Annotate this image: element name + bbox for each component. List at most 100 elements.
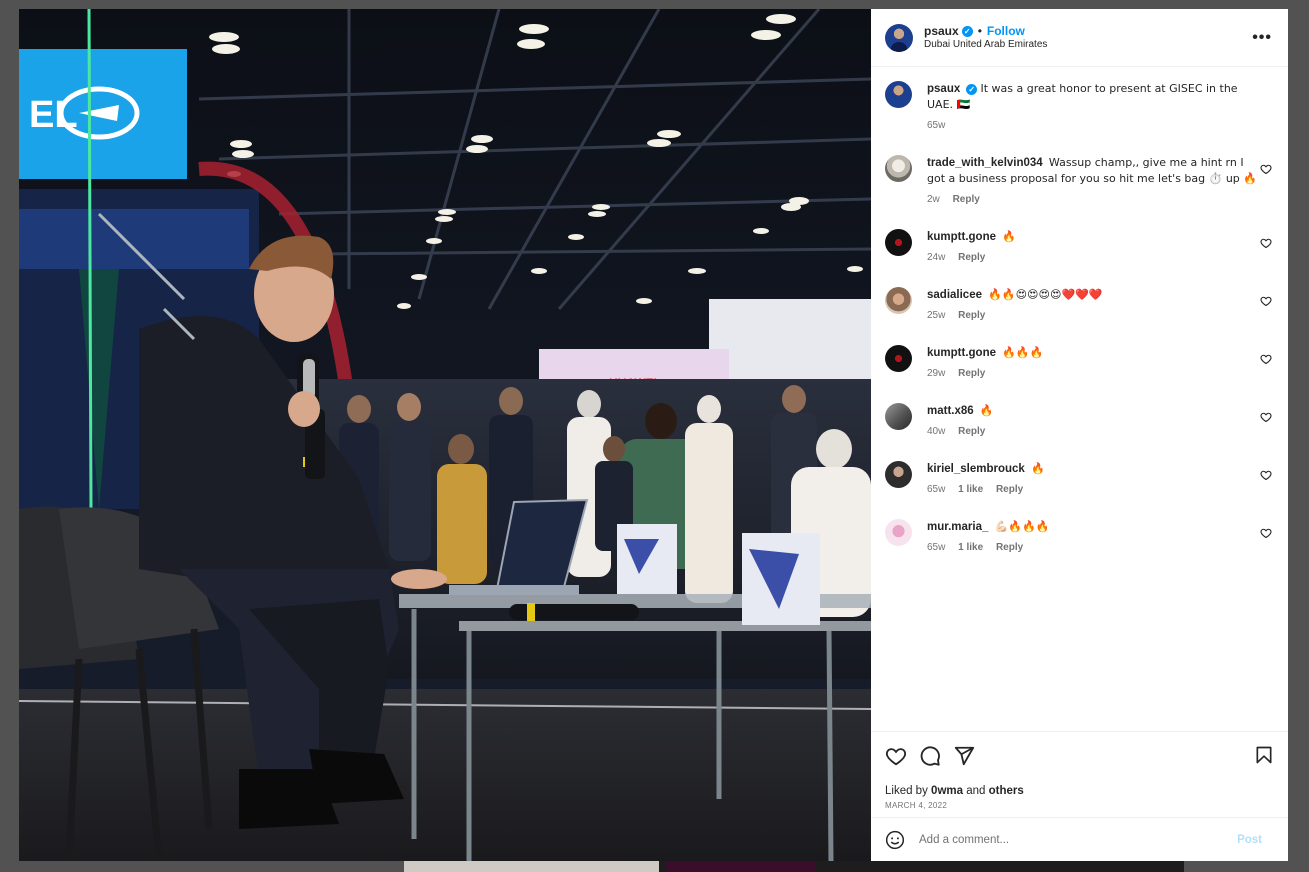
comment-username[interactable]: sadialicee [927,289,982,301]
caption-username[interactable]: psaux [927,83,960,95]
comment-body: trade_with_kelvin034 Wassup champ,, give… [927,155,1257,207]
background-thumbnail [404,860,659,872]
separator-dot: • [977,23,982,38]
comment-username[interactable]: mur.maria_ [927,521,988,533]
comment-body: sadialicee 🔥🔥😍😍😍😍❤️❤️❤️ 25w Reply [927,287,1257,323]
comment-icon[interactable] [919,745,941,767]
post-date[interactable]: MARCH 4, 2022 [885,801,1274,810]
timestamp: 40w [927,426,946,437]
verified-icon: ✓ [961,25,973,37]
post-actions: Liked by 0wma and others MARCH 4, 2022 [871,731,1288,817]
comment-username[interactable]: trade_with_kelvin034 [927,157,1043,169]
follow-button[interactable]: Follow [987,24,1025,39]
heart-icon[interactable] [1260,411,1272,423]
post-side-panel: psaux ✓ • Follow Dubai United Arab Emira… [871,9,1288,861]
avatar[interactable] [885,461,912,488]
verified-icon: ✓ [966,84,978,95]
header-text: psaux ✓ • Follow Dubai United Arab Emira… [924,24,1047,52]
like-count[interactable]: 1 like [958,542,983,553]
comment-text: 🔥🔥🔥 [1002,346,1044,359]
post-photo[interactable]: EL HUAWEI [19,9,871,861]
avatar[interactable] [885,345,912,372]
heart-icon[interactable] [1260,353,1272,365]
comment-item: mur.maria_ 💪🏻🔥🔥🔥 65w 1 like Reply [885,519,1274,555]
reply-button[interactable]: Reply [996,542,1023,553]
more-icon[interactable]: ••• [1252,29,1272,47]
comment-meta: 29w Reply [927,366,1257,381]
avatar[interactable] [885,287,912,314]
background-thumbnail [666,860,816,872]
reply-button[interactable]: Reply [958,252,985,263]
caption-meta: 65w [927,118,1257,133]
username-link[interactable]: psaux [924,24,959,39]
comment-item: trade_with_kelvin034 Wassup champ,, give… [885,155,1274,207]
comment-body: kumptt.gone 🔥 24w Reply [927,229,1257,265]
heart-icon[interactable] [1260,469,1272,481]
comment-text: 🔥 [1031,462,1045,475]
comment-meta: 25w Reply [927,308,1257,323]
heart-icon[interactable] [1260,163,1272,175]
comment-item: kumptt.gone 🔥 24w Reply [885,229,1274,265]
timestamp: 65w [927,484,946,495]
comment-input[interactable]: Add a comment... [919,834,1237,846]
emoji-icon[interactable] [885,830,905,850]
timestamp: 24w [927,252,946,263]
reply-button[interactable]: Reply [996,484,1023,495]
liked-by-user[interactable]: 0wma [931,785,963,797]
heart-icon[interactable] [1260,237,1272,249]
reply-button[interactable]: Reply [953,194,980,205]
comment-username[interactable]: matt.x86 [927,405,974,417]
comment-meta: 65w 1 like Reply [927,540,1257,555]
likes-summary: Liked by 0wma and others [885,785,1274,797]
comment-item: sadialicee 🔥🔥😍😍😍😍❤️❤️❤️ 25w Reply [885,287,1274,323]
post-header: psaux ✓ • Follow Dubai United Arab Emira… [871,9,1288,67]
comment-body: mur.maria_ 💪🏻🔥🔥🔥 65w 1 like Reply [927,519,1257,555]
post-button[interactable]: Post [1237,834,1262,846]
add-comment-bar: Add a comment... Post [871,817,1288,861]
liked-others[interactable]: others [989,785,1024,797]
timestamp: 29w [927,368,946,379]
reply-button[interactable]: Reply [958,426,985,437]
background-feed-strip [404,860,1184,872]
action-bar [885,744,1274,768]
timestamp: 2w [927,194,940,205]
avatar[interactable] [885,229,912,256]
avatar[interactable] [885,519,912,546]
bookmark-icon[interactable] [1254,744,1274,766]
share-icon[interactable] [953,745,975,767]
location-link[interactable]: Dubai United Arab Emirates [924,39,1047,52]
timestamp: 65w [927,542,946,553]
comment-text: 💪🏻🔥🔥🔥 [994,520,1050,533]
avatar[interactable] [885,23,913,52]
comments-list[interactable]: psaux ✓ It was a great honor to present a… [871,67,1288,731]
comment-username[interactable]: kumptt.gone [927,347,996,359]
comment-meta: 40w Reply [927,424,1257,439]
comment-meta: 65w 1 like Reply [927,482,1257,497]
comment-text: 🔥 [979,404,994,417]
comment-body: kiriel_slembrouck 🔥 65w 1 like Reply [927,461,1257,497]
heart-icon[interactable] [1260,527,1272,539]
comment-username[interactable]: kumptt.gone [927,231,996,243]
post-modal: EL HUAWEI [19,9,1288,861]
like-count[interactable]: 1 like [958,484,983,495]
comment-item: kiriel_slembrouck 🔥 65w 1 like Reply [885,461,1274,497]
timestamp: 25w [927,310,946,321]
caption: psaux ✓ It was a great honor to present a… [885,81,1274,133]
comment-body: matt.x86 🔥 40w Reply [927,403,1257,439]
liked-and: and [966,785,986,797]
comment-item: matt.x86 🔥 40w Reply [885,403,1274,439]
heart-icon[interactable] [885,745,907,767]
photo-illustration: EL HUAWEI [19,9,871,861]
liked-by-prefix: Liked by [885,785,928,797]
reply-button[interactable]: Reply [958,310,985,321]
reply-button[interactable]: Reply [958,368,985,379]
avatar[interactable] [885,403,912,430]
avatar[interactable] [885,81,912,108]
comment-body: kumptt.gone 🔥🔥🔥 29w Reply [927,345,1257,381]
avatar[interactable] [885,155,912,182]
comment-text: 🔥🔥😍😍😍😍❤️❤️❤️ [988,288,1103,301]
heart-icon[interactable] [1260,295,1272,307]
header-line: psaux ✓ • Follow [924,24,1047,39]
comment-text: 🔥 [1002,230,1016,243]
comment-username[interactable]: kiriel_slembrouck [927,463,1025,475]
